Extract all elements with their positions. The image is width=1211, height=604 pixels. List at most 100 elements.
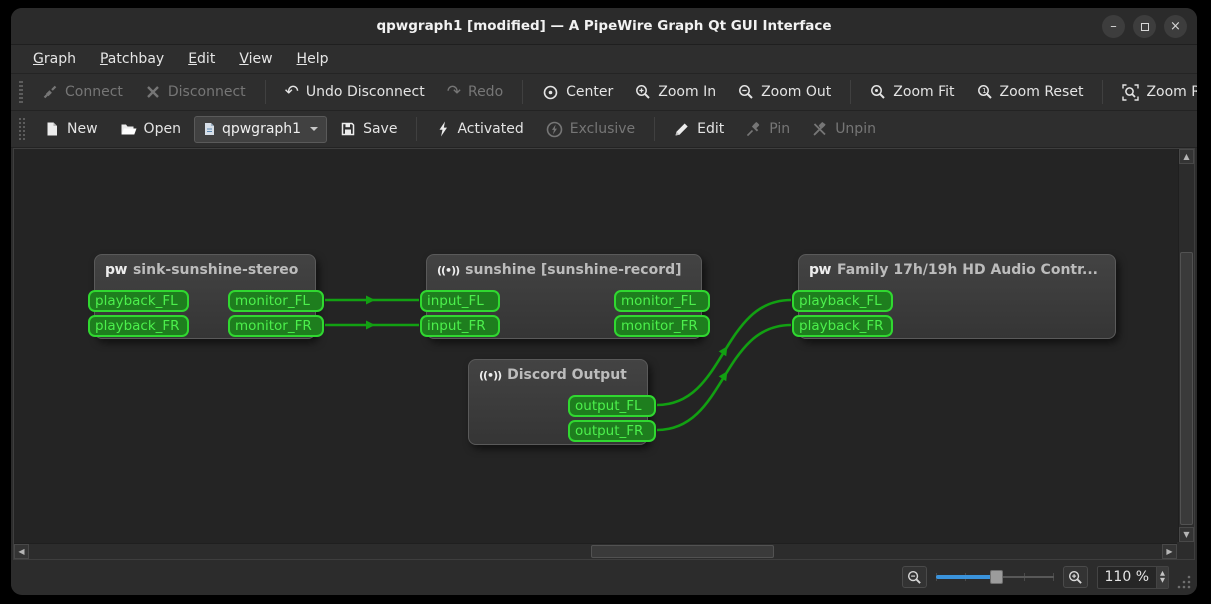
- minimize-button[interactable]: –: [1102, 15, 1125, 38]
- node-family-hd-audio[interactable]: pw Family 17h/19h HD Audio Contr... play…: [792, 254, 1116, 339]
- menu-graph[interactable]: Graph: [21, 47, 88, 71]
- edit-pencil-icon: [675, 123, 688, 136]
- port-playback-fr[interactable]: playback_FR: [792, 315, 893, 337]
- pipewire-icon: pw: [809, 262, 831, 278]
- new-file-icon: [47, 122, 57, 136]
- spin-down-icon: ▼: [1160, 576, 1165, 584]
- zoom-slider-handle[interactable]: [989, 570, 1003, 584]
- activated-button[interactable]: Activated: [427, 116, 532, 142]
- port-input-fl[interactable]: input_FL: [420, 290, 500, 312]
- port-monitor-fl[interactable]: monitor_FL: [614, 290, 710, 312]
- zoom-fit-button[interactable]: Zoom Fit: [861, 79, 963, 105]
- exclusive-button[interactable]: Exclusive: [537, 116, 644, 143]
- stream-icon: ((•)): [479, 368, 502, 382]
- toolbar-separator: [264, 80, 266, 104]
- zoom-in-button[interactable]: Zoom In: [626, 79, 725, 105]
- port-playback-fl[interactable]: playback_FL: [792, 290, 893, 312]
- menu-help[interactable]: Help: [285, 47, 341, 71]
- zoom-range-icon: [1122, 83, 1140, 101]
- port-playback-fl[interactable]: playback_FL: [88, 290, 189, 312]
- port-playback-fr[interactable]: playback_FR: [88, 315, 189, 337]
- node-title: pw sink-sunshine-stereo: [105, 262, 299, 278]
- node-sink-sunshine-stereo[interactable]: pw sink-sunshine-stereo playback_FL play…: [88, 254, 324, 339]
- menu-patchbay[interactable]: Patchbay: [88, 47, 176, 71]
- scroll-right-button[interactable]: ▶: [1162, 544, 1177, 559]
- zoom-slider[interactable]: [935, 569, 1054, 585]
- port-monitor-fr[interactable]: monitor_FR: [614, 315, 710, 337]
- pin-icon: [747, 122, 760, 137]
- scroll-down-button[interactable]: ▼: [1179, 527, 1194, 542]
- zoom-spinbox[interactable]: 110 % ▲ ▼: [1096, 565, 1169, 589]
- exclusive-bolt-icon: [546, 121, 563, 137]
- undo-disconnect-button[interactable]: ↶ Undo Disconnect: [276, 79, 434, 105]
- chevron-down-icon: [310, 127, 319, 131]
- toolbar-separator: [850, 80, 852, 104]
- port-input-fr[interactable]: input_FR: [420, 315, 500, 337]
- patchbay-select[interactable]: qpwgraph1: [193, 115, 328, 143]
- menubar: Graph Patchbay Edit View Help: [11, 45, 1197, 74]
- close-button[interactable]: ×: [1164, 15, 1187, 38]
- graph-toolbar: Connect Disconnect ↶ Undo Disconnect ↷ R…: [11, 74, 1197, 111]
- status-zoom-in-button[interactable]: [1062, 566, 1088, 588]
- maximize-button[interactable]: [1133, 15, 1156, 38]
- zoom-out-button[interactable]: Zoom Out: [729, 79, 840, 105]
- patchbay-file-icon: [204, 123, 214, 135]
- zoom-out-icon: [739, 85, 753, 99]
- toolbar-drag-handle[interactable]: [19, 118, 25, 140]
- port-output-fl[interactable]: output_FL: [568, 395, 656, 417]
- disconnect-button[interactable]: Disconnect: [136, 79, 255, 105]
- patchbay-toolbar: New Open qpwgraph1 Save Activated Exclus…: [11, 111, 1197, 148]
- center-icon: [543, 85, 558, 99]
- port-output-fr[interactable]: output_FR: [568, 420, 656, 442]
- scroll-left-button[interactable]: ◀: [14, 544, 29, 559]
- app-window: qpwgraph1 [modified] — A PipeWire Graph …: [11, 8, 1197, 595]
- zoom-out-icon: [907, 570, 921, 584]
- unpin-button[interactable]: Unpin: [803, 116, 885, 142]
- toolbar-separator: [654, 117, 656, 141]
- zoom-range-button[interactable]: Zoom Range: [1113, 79, 1197, 106]
- wire-arrow-icon: [366, 295, 375, 305]
- toolbar-separator: [522, 80, 524, 104]
- node-title: pw Family 17h/19h HD Audio Contr...: [809, 262, 1098, 278]
- port-monitor-fr[interactable]: monitor_FR: [228, 315, 324, 337]
- disconnect-icon: [147, 86, 159, 98]
- menu-view[interactable]: View: [227, 47, 284, 71]
- scroll-up-button[interactable]: ▲: [1179, 149, 1194, 164]
- menu-edit[interactable]: Edit: [176, 47, 227, 71]
- center-button[interactable]: Center: [533, 79, 622, 106]
- save-button[interactable]: Save: [331, 116, 406, 142]
- zoom-reset-button[interactable]: 1 Zoom Reset: [968, 79, 1093, 105]
- node-sunshine[interactable]: ((•)) sunshine [sunshine-record] input_F…: [420, 254, 710, 339]
- toolbar-drag-handle[interactable]: [19, 81, 23, 103]
- redo-icon: ↷: [446, 82, 461, 102]
- patchbay-select-value: qpwgraph1: [221, 121, 302, 137]
- status-zoom-out-button[interactable]: [901, 566, 927, 588]
- maximize-icon: [1140, 22, 1149, 31]
- zoom-value: 110 %: [1104, 569, 1149, 585]
- zoom-slider-track[interactable]: [995, 576, 1054, 578]
- horizontal-scroll-thumb[interactable]: [591, 545, 774, 558]
- new-button[interactable]: New: [35, 116, 107, 142]
- pipewire-icon: pw: [105, 262, 127, 278]
- connect-button[interactable]: Connect: [33, 79, 132, 105]
- edit-button[interactable]: Edit: [665, 116, 733, 142]
- node-discord-output[interactable]: ((•)) Discord Output output_FL output_FR: [468, 359, 656, 445]
- zoom-steppers[interactable]: ▲ ▼: [1156, 566, 1168, 588]
- vertical-scrollbar[interactable]: ▲ ▼: [1178, 149, 1194, 542]
- redo-button[interactable]: ↷ Redo: [438, 79, 512, 105]
- pin-button[interactable]: Pin: [737, 116, 799, 142]
- titlebar[interactable]: qpwgraph1 [modified] — A PipeWire Graph …: [11, 8, 1197, 45]
- open-button[interactable]: Open: [111, 116, 190, 142]
- resize-grip[interactable]: [1176, 574, 1191, 589]
- arrow-down-icon: ▼: [1183, 530, 1190, 539]
- port-monitor-fl[interactable]: monitor_FL: [228, 290, 324, 312]
- graph-canvas[interactable]: pw sink-sunshine-stereo playback_FL play…: [14, 149, 1177, 542]
- horizontal-scrollbar[interactable]: ◀ ▶: [14, 543, 1177, 559]
- connect-icon: [43, 85, 57, 99]
- toolbar-separator: [1102, 80, 1104, 104]
- vertical-scroll-thumb[interactable]: [1180, 252, 1193, 525]
- window-controls: – ×: [1102, 15, 1187, 38]
- scrollbar-corner: [1177, 542, 1194, 559]
- svg-text:1: 1: [982, 87, 986, 95]
- zoom-reset-icon: 1: [977, 85, 992, 99]
